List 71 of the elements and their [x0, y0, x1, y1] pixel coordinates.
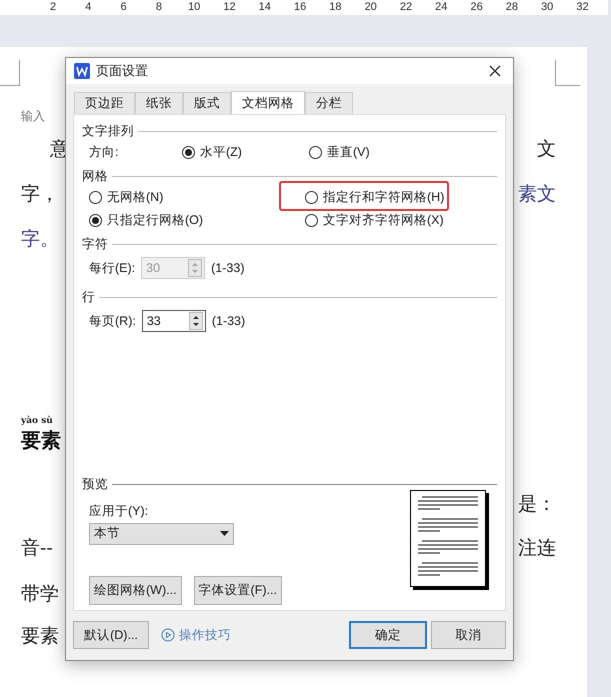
document-text: 素文	[518, 182, 556, 207]
document-text: 注连	[518, 536, 556, 561]
field-label: 方向:	[89, 144, 120, 161]
ruler-number: 4	[85, 0, 92, 15]
section-heading: 文字排列	[82, 123, 134, 139]
radio-option[interactable]: 只指定行网格(O)	[89, 209, 204, 231]
window-title: 页面设置	[96, 62, 148, 80]
apply-dropdown[interactable]: 本节	[89, 522, 234, 544]
ruler-number: 26	[470, 0, 483, 15]
ruler-number: 32	[576, 0, 589, 15]
section-heading: 字符	[82, 236, 108, 252]
document-text: yào sù	[21, 415, 53, 428]
document-text: 要素	[21, 427, 61, 454]
close-icon	[489, 65, 501, 77]
range-text: (1-33)	[211, 260, 244, 277]
radio-option[interactable]: 垂直(V)	[309, 141, 370, 163]
dialog-button[interactable]: 字体设置(F)...	[194, 576, 282, 604]
spin-arrows-icon	[188, 312, 203, 330]
tab[interactable]: 纸张	[135, 92, 183, 114]
ruler-number: 18	[329, 0, 342, 15]
app-icon	[74, 63, 90, 79]
ok-button[interactable]: 确定	[349, 621, 427, 649]
document-text: 输入	[21, 108, 45, 125]
radio-button[interactable]	[89, 190, 102, 204]
section-heading: 行	[82, 289, 95, 305]
ruler-number: 10	[188, 0, 200, 15]
ruler-number: 12	[223, 0, 236, 15]
tab[interactable]: 文档网格	[231, 91, 305, 115]
spin-field[interactable]: 33	[142, 310, 206, 332]
radio-option[interactable]: 水平(Z)	[182, 141, 242, 163]
default-button[interactable]: 默认(D)...	[73, 621, 149, 649]
section-heading: 网格	[82, 168, 108, 184]
document-text: 音--	[21, 536, 53, 561]
document-text: 文	[537, 137, 556, 162]
caret-icon	[220, 531, 229, 536]
tab[interactable]: 版式	[183, 92, 231, 114]
radio-button[interactable]	[305, 190, 318, 204]
radio-button[interactable]	[309, 146, 322, 158]
tab[interactable]: 分栏	[305, 92, 353, 114]
radio-button[interactable]	[89, 214, 102, 226]
document-text: 字。	[21, 227, 59, 252]
ruler-number: 22	[400, 0, 412, 15]
document-text: 带学	[21, 582, 59, 607]
ruler-number: 2	[50, 0, 56, 15]
range-text: (1-33)	[212, 312, 246, 330]
cancel-button[interactable]: 取消	[431, 621, 506, 649]
spin-arrows-icon	[188, 259, 202, 277]
document-text: 要素	[21, 624, 59, 649]
ruler-number: 30	[541, 0, 554, 15]
play-icon	[161, 628, 175, 642]
document-text: 字，	[21, 182, 59, 207]
radio-button[interactable]	[182, 146, 195, 158]
ruler-number: 8	[156, 0, 162, 15]
ruler-number: 20	[364, 0, 377, 15]
tab[interactable]: 页边距	[74, 92, 135, 114]
ruler-number: 16	[294, 0, 306, 15]
radio-button[interactable]	[305, 214, 318, 226]
radio-option[interactable]: 文字对齐字符网格(X)	[305, 209, 444, 231]
ruler-number: 6	[120, 0, 127, 15]
field-label: 每页(R):	[89, 312, 136, 330]
tips-link[interactable]: 操作技巧	[161, 626, 231, 644]
document-text: 是：	[518, 492, 556, 517]
field-label: 应用于(Y):	[88, 502, 150, 520]
ruler-number: 14	[258, 0, 271, 15]
section-heading: 预览	[82, 476, 108, 493]
field-label: 每行(E):	[89, 260, 136, 277]
radio-option[interactable]: 无网格(N)	[89, 186, 164, 208]
radio-option[interactable]: 指定行和字符网格(H)	[305, 186, 444, 208]
ruler-number: 28	[506, 0, 518, 15]
dialog-button[interactable]: 绘图网格(W)...	[89, 576, 182, 604]
ruler-number: 24	[435, 0, 448, 15]
